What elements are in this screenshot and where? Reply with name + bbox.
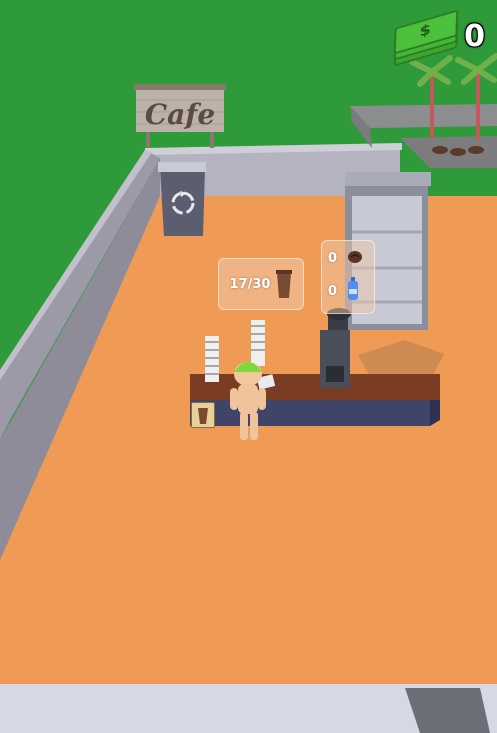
cash-stack-icon: $ [392, 9, 459, 67]
money-display: $ 0 [392, 9, 485, 67]
trash-bin[interactable] [158, 162, 206, 236]
walkway-shadow [405, 688, 490, 733]
game-scene: Cafe [0, 0, 497, 733]
cafe-sign-text: Cafe [145, 98, 215, 131]
money-count: 0 [464, 18, 485, 54]
bean-count: 0 [328, 251, 338, 266]
counter-cup-badge [191, 402, 215, 428]
coffee-stock-panel: 17/30 [218, 258, 304, 310]
machine-inventory-panel: 0 0 [321, 240, 375, 314]
coffee-bean-icon [347, 249, 363, 268]
seedling [432, 146, 448, 154]
seedling [468, 146, 484, 154]
coffee-cup-icon [276, 269, 293, 299]
seedling [450, 148, 466, 156]
water-count: 0 [328, 283, 338, 299]
cafe-counter[interactable] [190, 374, 440, 426]
dollar-symbol: $ [419, 20, 432, 41]
coffee-stock-count: 17/30 [229, 276, 271, 292]
water-bottle-icon [347, 277, 359, 305]
cup-stack[interactable] [251, 320, 265, 366]
bean-row: 0 [328, 249, 363, 268]
garden-fence [350, 104, 497, 128]
water-row: 0 [328, 277, 359, 305]
cup-stack[interactable] [205, 336, 219, 382]
